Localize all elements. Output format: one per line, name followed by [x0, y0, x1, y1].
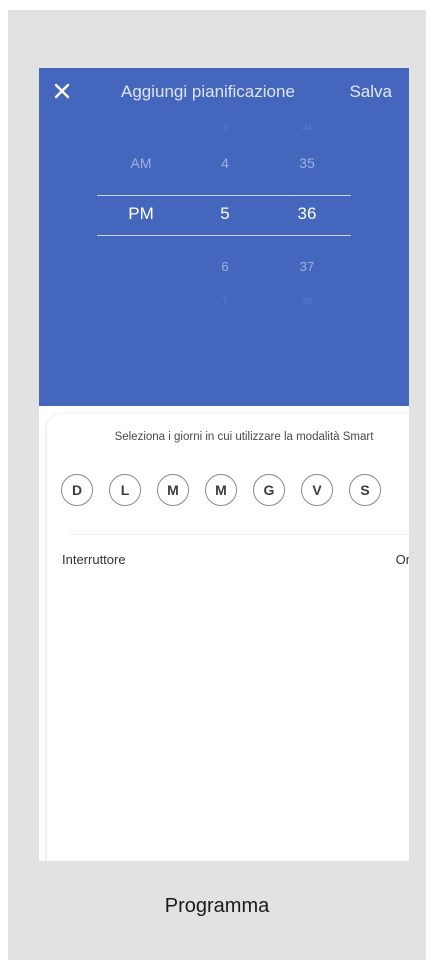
minute-option[interactable]: 37 [279, 259, 335, 274]
day-button-thursday[interactable]: G [253, 474, 285, 506]
hour-option-faded: 3 [222, 122, 228, 132]
ampm-option[interactable]: AM [111, 155, 171, 171]
day-button-friday[interactable]: V [301, 474, 333, 506]
phone-screen: Aggiungi pianificazione Salva AM PM 3 4 … [39, 68, 409, 861]
hour-option[interactable]: 6 [201, 259, 249, 274]
switch-row-value: On [395, 552, 409, 567]
day-button-monday[interactable]: L [109, 474, 141, 506]
minute-option-faded: 34 [301, 122, 312, 132]
switch-row[interactable]: Interruttore On [47, 542, 409, 578]
day-button-sunday[interactable]: D [61, 474, 93, 506]
day-selector: D L M M G V S [61, 474, 409, 508]
day-button-wednesday[interactable]: M [205, 474, 237, 506]
screenshot-caption: Programma [164, 895, 270, 917]
hour-wheel[interactable]: 3 4 5 6 7 [201, 68, 249, 406]
day-selection-sheet: Seleziona i giorni in cui utilizzare la … [47, 414, 409, 861]
selection-line-top [97, 195, 351, 196]
ampm-wheel[interactable]: AM PM [111, 68, 171, 406]
header-bar: Aggiungi pianificazione Salva AM PM 3 4 … [39, 68, 409, 406]
minute-option-faded: 38 [301, 296, 312, 306]
time-picker[interactable]: AM PM 3 4 5 6 7 34 35 36 37 38 [39, 68, 409, 406]
hour-option-faded: 7 [222, 296, 228, 306]
selection-line-bottom [97, 235, 351, 236]
switch-row-label: Interruttore [62, 552, 126, 567]
minute-selected[interactable]: 36 [279, 204, 335, 224]
divider [70, 534, 409, 535]
minute-wheel[interactable]: 34 35 36 37 38 [279, 68, 335, 406]
hour-option[interactable]: 4 [201, 155, 249, 171]
ampm-selected[interactable]: PM [111, 204, 171, 224]
day-button-saturday[interactable]: S [349, 474, 381, 506]
day-button-tuesday[interactable]: M [157, 474, 189, 506]
hour-selected[interactable]: 5 [201, 204, 249, 224]
minute-option[interactable]: 35 [279, 155, 335, 171]
days-prompt: Seleziona i giorni in cui utilizzare la … [114, 431, 374, 443]
